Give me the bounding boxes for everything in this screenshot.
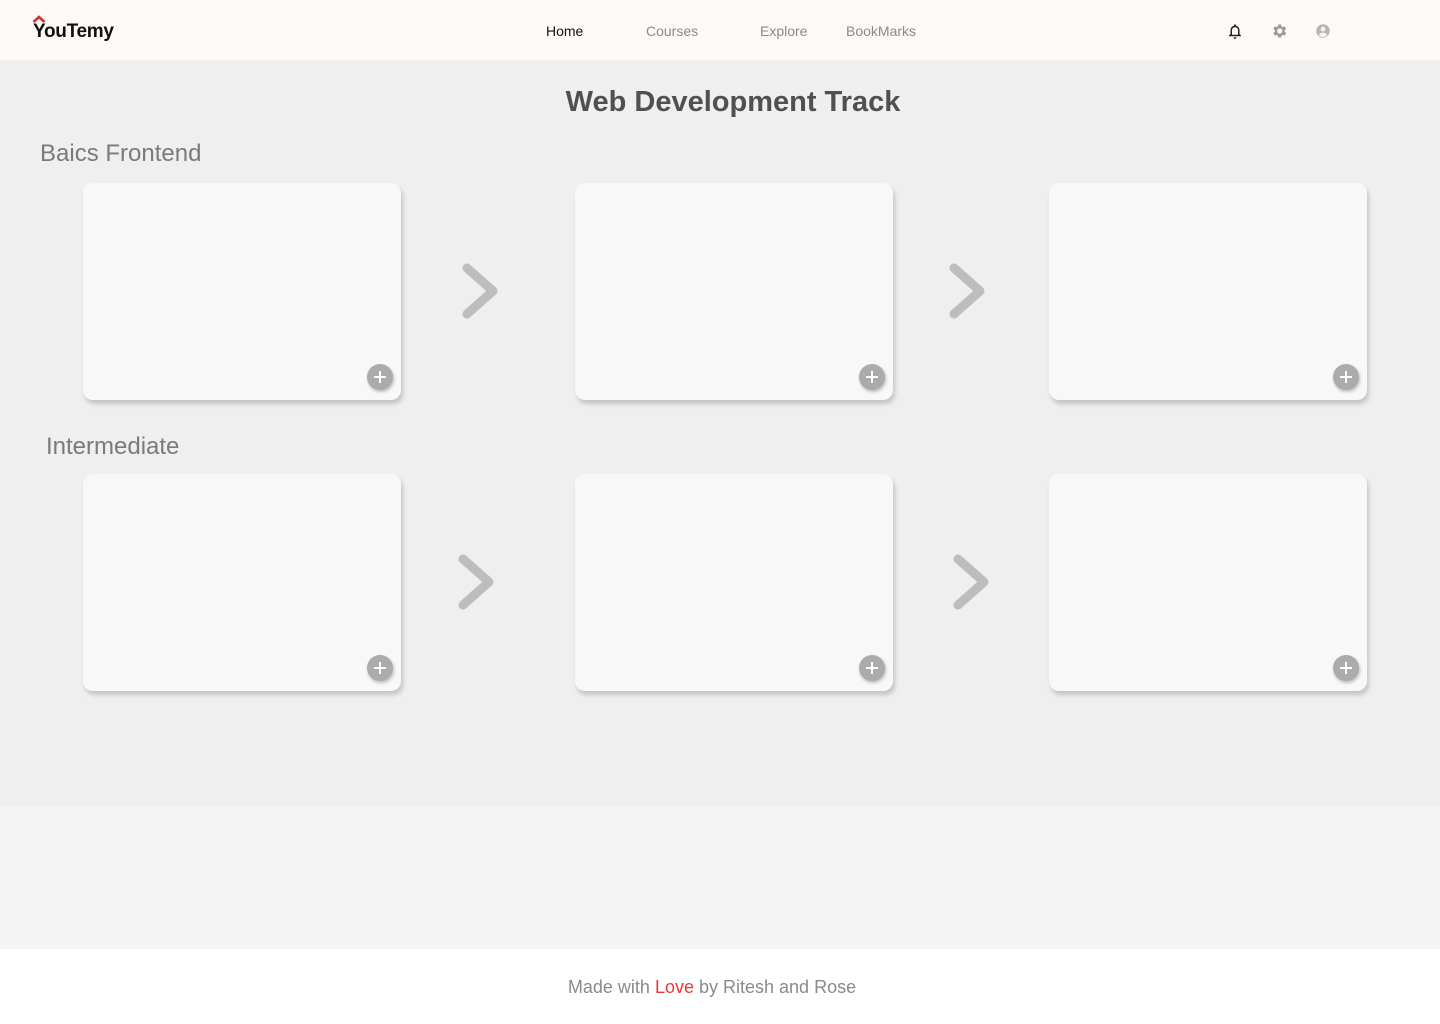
footer-suffix: by Ritesh and Rose	[694, 977, 857, 997]
chevron-right-icon	[953, 554, 989, 610]
section-title-basics-frontend: Baics Frontend	[40, 140, 202, 167]
nav-bookmarks[interactable]: BookMarks	[846, 23, 916, 39]
chevron-right-icon	[458, 554, 494, 610]
footer-credit: Made with Love by Ritesh and Rose	[0, 977, 1424, 998]
footer: Made with Love by Ritesh and Rose	[0, 949, 1440, 1024]
add-course-button[interactable]	[367, 655, 393, 681]
add-course-button[interactable]	[859, 364, 885, 390]
add-course-button[interactable]	[859, 655, 885, 681]
course-card[interactable]	[1049, 183, 1367, 400]
add-course-button[interactable]	[1333, 655, 1359, 681]
brand-name: YouTemy	[33, 21, 114, 42]
course-card[interactable]	[575, 474, 893, 691]
bell-icon[interactable]	[1226, 22, 1244, 40]
main-content: Web Development Track Baics Frontend Int…	[0, 60, 1440, 807]
top-navbar: YouTemy Home Courses Explore BookMarks	[0, 0, 1440, 60]
brand-logo[interactable]: YouTemy	[32, 15, 122, 45]
gear-icon[interactable]	[1270, 22, 1288, 40]
nav-home[interactable]: Home	[546, 23, 583, 39]
add-course-button[interactable]	[1333, 364, 1359, 390]
course-card[interactable]	[1049, 474, 1367, 691]
section-title-intermediate: Intermediate	[46, 433, 180, 460]
nav-courses[interactable]: Courses	[646, 23, 698, 39]
chevron-right-icon	[949, 263, 985, 319]
chevron-right-icon	[462, 263, 498, 319]
add-course-button[interactable]	[367, 364, 393, 390]
course-card[interactable]	[83, 183, 401, 400]
page-title: Web Development Track	[565, 86, 901, 118]
course-card[interactable]	[575, 183, 893, 400]
nav-explore[interactable]: Explore	[760, 23, 807, 39]
footer-love: Love	[654, 977, 694, 997]
user-avatar-icon[interactable]	[1314, 22, 1332, 40]
course-card[interactable]	[83, 474, 401, 691]
footer-prefix: Made with	[567, 977, 655, 997]
